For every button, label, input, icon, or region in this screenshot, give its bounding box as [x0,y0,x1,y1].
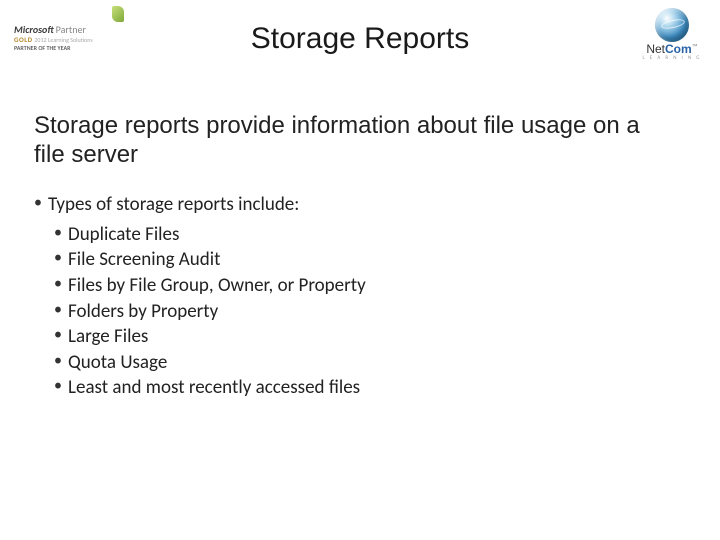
list-item: Large Files [54,324,680,350]
bullet-intro: Types of storage reports include: [34,192,680,218]
list-item: Least and most recently accessed files [54,375,680,401]
award-icon [112,6,124,22]
list-item: File Screening Audit [54,247,680,273]
list-item: Quota Usage [54,350,680,376]
list-item: Folders by Property [54,299,680,325]
slide: MicrosoftPartner GOLD 2012 Learning Solu… [0,0,720,540]
brand-tagline: L E A R N I N G [636,56,708,62]
list-item: Files by File Group, Owner, or Property [54,273,680,299]
lead-text: Storage reports provide information abou… [34,112,670,170]
slide-title: Storage Reports [0,22,720,56]
body-content: Types of storage reports include: Duplic… [34,192,680,401]
list-item: Duplicate Files [54,222,680,248]
